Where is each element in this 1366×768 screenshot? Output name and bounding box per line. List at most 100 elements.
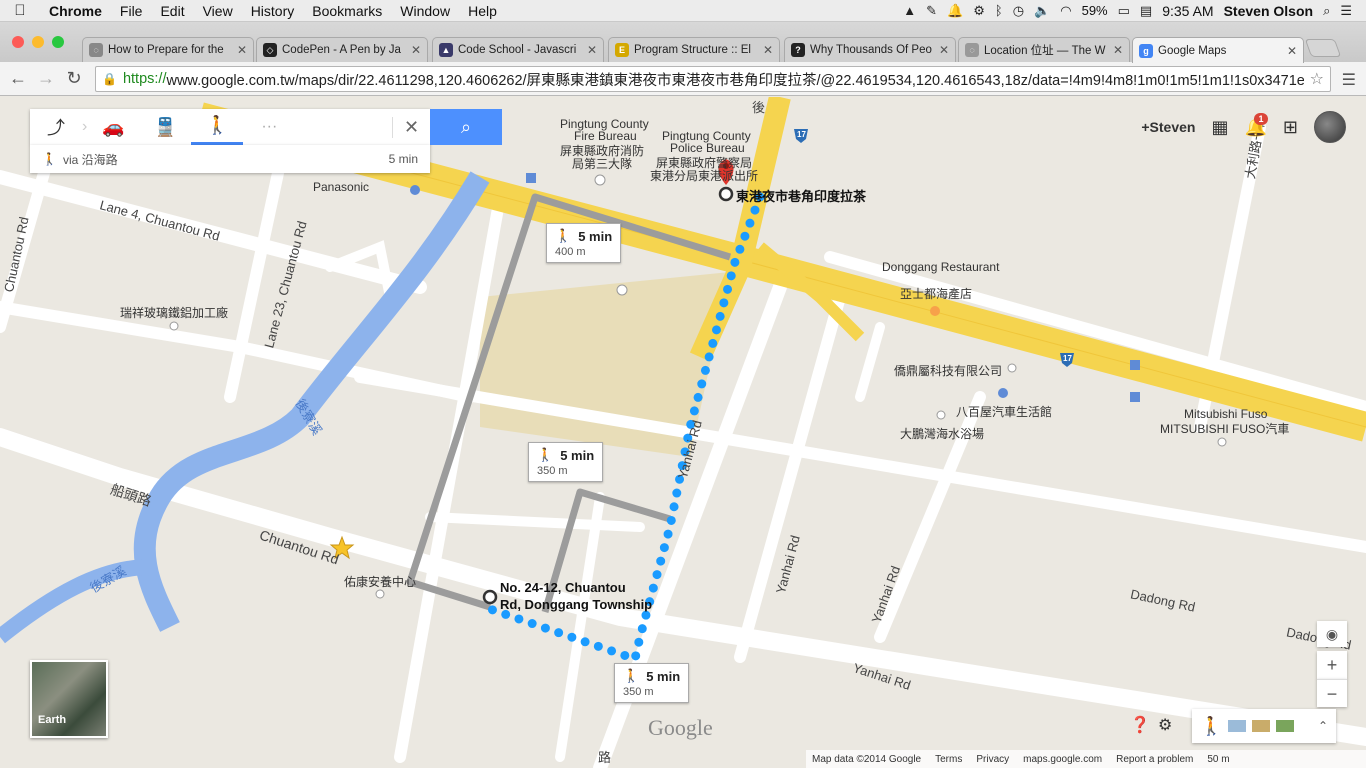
menu-view[interactable]: View: [194, 3, 242, 19]
menu-help[interactable]: Help: [459, 3, 506, 19]
menu-app-chrome[interactable]: Chrome: [40, 3, 111, 19]
route-callout-2[interactable]: 🚶 5 min 350 m: [528, 442, 604, 482]
poi-fire-bureau-en2[interactable]: Fire Bureau: [574, 129, 637, 143]
close-directions-icon[interactable]: ✕: [392, 116, 430, 138]
minimize-window-button[interactable]: [32, 36, 44, 48]
menu-window[interactable]: Window: [391, 3, 459, 19]
user-name[interactable]: Steven Olson: [1224, 3, 1313, 19]
report-problem-link[interactable]: Report a problem: [1116, 754, 1193, 765]
share-add-icon[interactable]: ⊞: [1283, 117, 1298, 138]
tab-close-icon[interactable]: ✕: [587, 43, 597, 57]
forward-icon[interactable]: →: [32, 68, 60, 89]
privacy-link[interactable]: Privacy: [976, 754, 1009, 765]
poi-mitsubishi-zh[interactable]: MITSUBISHI FUSO汽車: [1160, 420, 1289, 437]
lock-icon[interactable]: 🔒: [102, 72, 117, 86]
tab-location[interactable]: ◌ Location 位址 — The W ✕: [958, 37, 1130, 62]
flag-icon[interactable]: ▤: [1140, 3, 1152, 19]
google-plus-user[interactable]: +Steven: [1141, 119, 1195, 135]
bluetooth-icon[interactable]: ᛒ: [995, 3, 1003, 18]
driving-mode-icon[interactable]: 🚗: [87, 109, 139, 145]
settings-gear-icon[interactable]: ⚙: [1158, 715, 1172, 735]
poi-dapeng[interactable]: 大鵬灣海水浴場: [900, 425, 984, 442]
tab-codepen[interactable]: ◇ CodePen - A Pen by Ja ✕: [256, 37, 428, 62]
reload-icon[interactable]: ↻: [60, 68, 88, 89]
poi-mitsubishi-en[interactable]: Mitsubishi Fuso: [1184, 407, 1267, 421]
tab-title: How to Prepare for the: [108, 44, 224, 56]
poi-police-en2[interactable]: Police Bureau: [670, 141, 745, 155]
bookmark-star-icon[interactable]: ☆: [1304, 69, 1324, 89]
address-bar[interactable]: 🔒 https:// www.google.com.tw/maps/dir/22…: [95, 66, 1331, 92]
menu-edit[interactable]: Edit: [151, 3, 193, 19]
maps-site-link[interactable]: maps.google.com: [1023, 754, 1102, 765]
map-canvas[interactable]: Pingtung County Fire Bureau 屏東縣政府消防 局第三大…: [0, 97, 1366, 768]
earth-toggle[interactable]: Earth: [30, 660, 108, 738]
best-route-icon[interactable]: ⤴: [30, 109, 82, 145]
bell-icon[interactable]: 🔔: [947, 3, 963, 19]
imagery-bar: 🚶 ⌃: [1192, 709, 1336, 743]
tab-close-icon[interactable]: ✕: [939, 43, 949, 57]
wifi-icon[interactable]: ◠: [1060, 3, 1071, 19]
tab-why-thousands[interactable]: ? Why Thousands Of Peo ✕: [784, 37, 956, 62]
poi-donggang-restaurant[interactable]: Donggang Restaurant: [882, 260, 999, 274]
pegman-icon[interactable]: 🚶: [1200, 716, 1222, 737]
imagery-thumb-1[interactable]: [1228, 720, 1247, 732]
battery-icon[interactable]: ▭: [1118, 3, 1130, 19]
menu-bookmarks[interactable]: Bookmarks: [303, 3, 391, 19]
zoom-in-button[interactable]: +: [1317, 651, 1347, 679]
drive-icon[interactable]: ▲: [903, 3, 916, 18]
tab-how-to-prepare[interactable]: ◌ How to Prepare for the ✕: [82, 37, 254, 62]
menu-history[interactable]: History: [242, 3, 304, 19]
close-window-button[interactable]: [12, 36, 24, 48]
notifications-icon[interactable]: 🔔 1: [1244, 112, 1268, 138]
poi-fire-bureau-zh2[interactable]: 局第三大隊: [572, 155, 632, 172]
expand-chevron-icon[interactable]: ⌃: [1318, 719, 1328, 733]
time-machine-icon[interactable]: ◷: [1013, 3, 1024, 19]
my-location-icon[interactable]: ◉: [1317, 621, 1347, 647]
more-modes-icon[interactable]: ···: [243, 109, 295, 145]
poi-panasonic[interactable]: Panasonic: [313, 180, 369, 194]
volume-icon[interactable]: 🔈: [1034, 3, 1050, 19]
imagery-thumb-2[interactable]: [1252, 720, 1271, 732]
zoom-out-button[interactable]: −: [1317, 679, 1347, 707]
poi-youkang[interactable]: 佑康安養中心: [344, 573, 416, 590]
transit-mode-icon[interactable]: 🚆: [139, 109, 191, 145]
tab-close-icon[interactable]: ✕: [411, 43, 421, 57]
tab-close-icon[interactable]: ✕: [1287, 44, 1297, 58]
scale-label[interactable]: 50 m: [1207, 754, 1229, 765]
back-icon[interactable]: ←: [4, 68, 32, 89]
zoom-window-button[interactable]: [52, 36, 64, 48]
tab-code-school[interactable]: ▲ Code School - Javascri ✕: [432, 37, 604, 62]
tab-close-icon[interactable]: ✕: [763, 43, 773, 57]
tab-close-icon[interactable]: ✕: [237, 43, 247, 57]
imagery-thumb-3[interactable]: [1276, 720, 1295, 732]
terms-link[interactable]: Terms: [935, 754, 962, 765]
help-icon[interactable]: ❓: [1130, 715, 1150, 735]
walking-mode-icon[interactable]: 🚶: [191, 109, 244, 145]
tab-close-icon[interactable]: ✕: [1113, 43, 1123, 57]
destination-label[interactable]: 東港夜市巷角印度拉茶: [736, 186, 866, 205]
menu-file[interactable]: File: [111, 3, 152, 19]
route-callout-3[interactable]: 🚶 5 min 350 m: [614, 663, 690, 703]
notification-center-icon[interactable]: ☰: [1340, 3, 1352, 19]
clock[interactable]: 9:35 AM: [1162, 3, 1213, 19]
poi-police-zh2[interactable]: 東港分局東港派出所: [650, 167, 758, 184]
origin-label-line1[interactable]: No. 24-12, Chuantou: [500, 580, 626, 595]
apps-grid-icon[interactable]: ▦: [1211, 117, 1228, 138]
route-callout-1[interactable]: 🚶 5 min 400 m: [546, 223, 622, 263]
notes-icon[interactable]: ✎: [926, 3, 937, 19]
avatar[interactable]: [1314, 111, 1346, 143]
tab-program-structure[interactable]: E Program Structure :: El ✕: [608, 37, 780, 62]
search-button[interactable]: ⌕: [430, 109, 502, 145]
apple-menu-icon[interactable]: : [0, 2, 40, 19]
spotlight-icon[interactable]: ⌕: [1323, 3, 1330, 19]
poi-babai[interactable]: 八百屋汽車生活館: [956, 403, 1052, 420]
chrome-menu-icon[interactable]: ☰: [1342, 70, 1356, 90]
poi-ruixiang[interactable]: 瑞祥玻璃鐵鋁加工廠: [120, 304, 228, 321]
tab-google-maps[interactable]: g Google Maps ✕: [1132, 37, 1304, 63]
poi-yashidu[interactable]: 亞士都海產店: [900, 285, 972, 302]
route-summary[interactable]: 🚶 via 沿海路 5 min: [30, 145, 430, 173]
origin-label-line2[interactable]: Rd, Donggang Township: [500, 597, 652, 612]
sync-icon[interactable]: ⚙: [973, 3, 985, 19]
new-tab-button[interactable]: [1304, 39, 1342, 57]
poi-qiaoding[interactable]: 僑鼎屬科技有限公司: [894, 362, 1002, 379]
